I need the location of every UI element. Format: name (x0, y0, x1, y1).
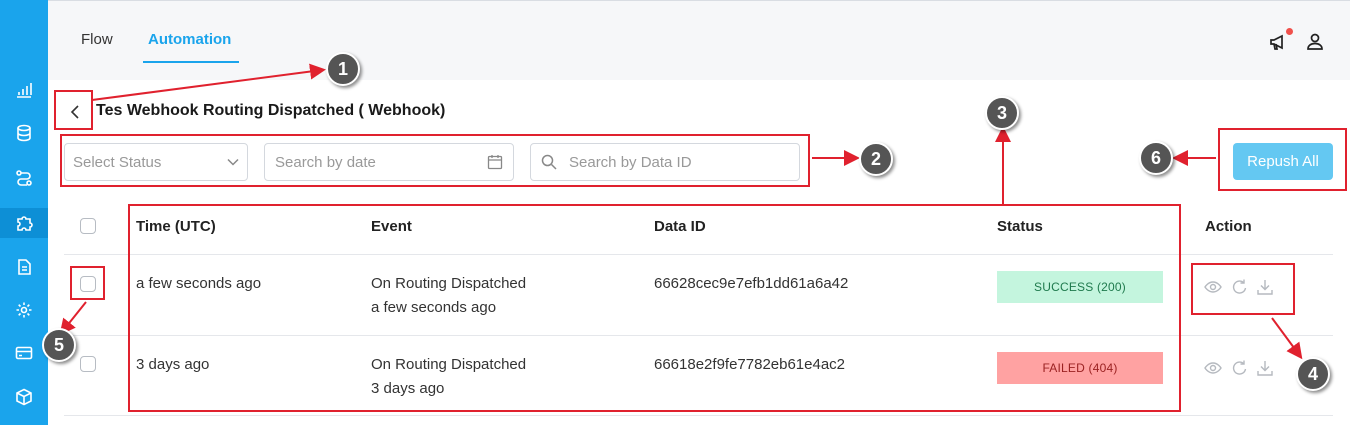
annotation-box-repush (1218, 128, 1347, 191)
column-header-action: Action (1205, 218, 1252, 235)
notification-dot (1286, 28, 1293, 35)
table-divider (64, 415, 1333, 416)
annotation-box-filters (60, 134, 810, 187)
callout-4: 4 (1296, 357, 1330, 391)
select-all-checkbox[interactable] (80, 218, 96, 234)
callout-2: 2 (859, 142, 893, 176)
gear-icon[interactable] (0, 295, 48, 325)
annotation-box-checkbox (70, 266, 105, 300)
annotation-box-table (128, 204, 1181, 412)
user-icon[interactable] (1304, 31, 1326, 53)
retry-icon[interactable] (1230, 359, 1248, 377)
callout-1: 1 (326, 52, 360, 86)
callout-5: 5 (42, 328, 76, 362)
page-title: Tes Webhook Routing Dispatched ( Webhook… (96, 102, 446, 119)
callout-6: 6 (1139, 141, 1173, 175)
download-icon[interactable] (1256, 359, 1274, 377)
tab-automation[interactable]: Automation (148, 31, 231, 48)
cube-icon[interactable] (0, 382, 48, 412)
row-checkbox[interactable] (80, 356, 96, 372)
sidebar (0, 0, 48, 425)
annotation-box-actions (1191, 263, 1295, 315)
document-icon[interactable] (0, 252, 48, 282)
puzzle-icon[interactable] (0, 208, 48, 238)
active-tab-indicator (143, 61, 239, 63)
chart-icon[interactable] (0, 75, 48, 105)
top-bar: Flow Automation (48, 0, 1350, 80)
eye-icon[interactable] (1204, 359, 1222, 377)
annotation-box-back (54, 90, 93, 130)
credit-card-icon[interactable] (0, 338, 48, 368)
app-root: Flow Automation Tes Webhook Routing Disp… (0, 0, 1350, 425)
flow-icon[interactable] (0, 163, 48, 193)
tab-flow[interactable]: Flow (81, 31, 113, 48)
database-icon[interactable] (0, 118, 48, 148)
callout-3: 3 (985, 96, 1019, 130)
